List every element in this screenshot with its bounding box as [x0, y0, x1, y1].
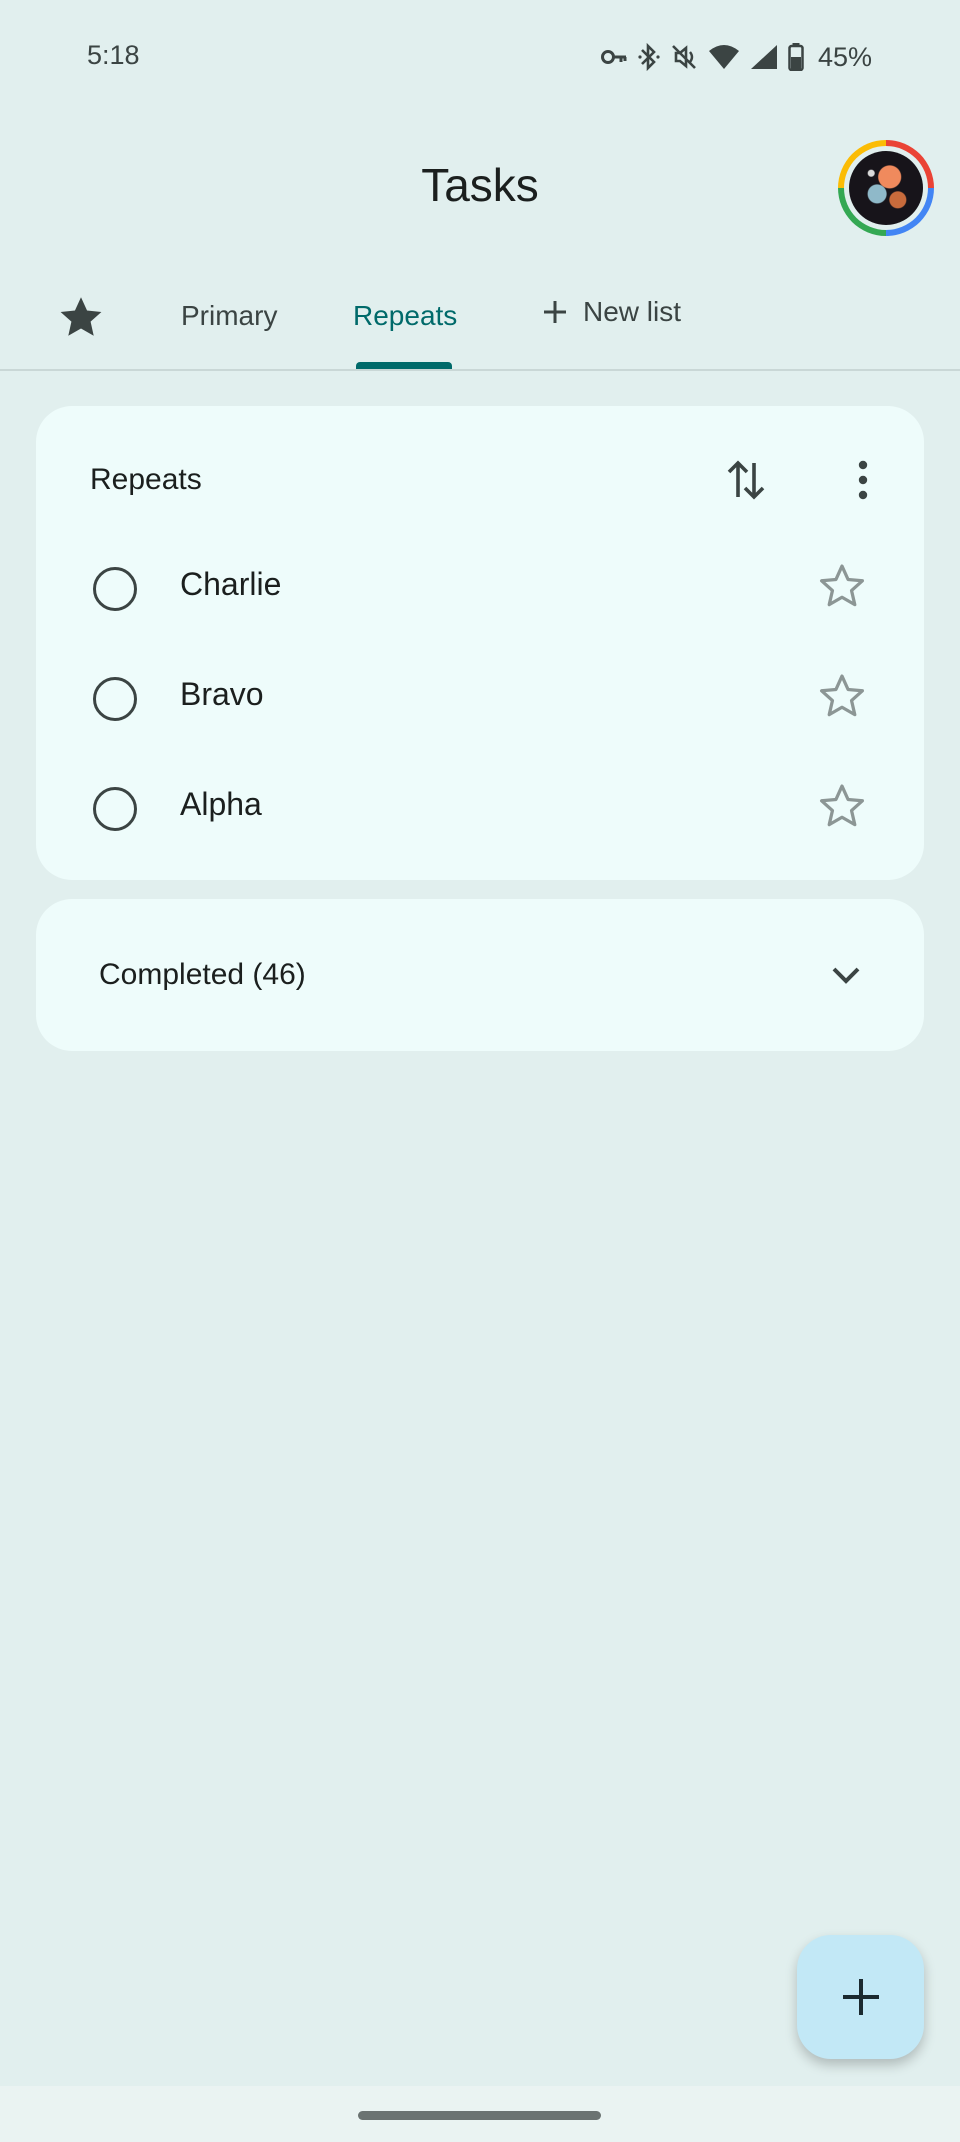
- signal-icon: [750, 45, 777, 69]
- status-time: 5:18: [87, 40, 140, 70]
- sort-button[interactable]: [719, 453, 773, 507]
- completed-label: Completed (46): [99, 958, 306, 991]
- bluetooth-icon: [638, 42, 660, 72]
- vpn-key-icon: [600, 50, 627, 64]
- star-filled-icon: [60, 297, 102, 336]
- plus-icon: [544, 301, 566, 323]
- task-list-card: Repeats Charlie Bravo Alpha: [36, 406, 924, 880]
- task-title[interactable]: Bravo: [180, 676, 264, 713]
- plus-icon: [842, 1979, 879, 2015]
- star-outline-icon[interactable]: [816, 780, 868, 832]
- tab-repeats[interactable]: Repeats: [353, 300, 457, 332]
- list-title: Repeats: [90, 463, 202, 496]
- task-row[interactable]: Alpha: [36, 754, 924, 864]
- task-checkbox[interactable]: [93, 787, 137, 831]
- add-task-button[interactable]: [797, 1935, 924, 2059]
- battery-icon: [788, 43, 804, 71]
- task-row[interactable]: Charlie: [36, 534, 924, 644]
- task-checkbox[interactable]: [93, 677, 137, 721]
- wifi-icon: [708, 45, 739, 69]
- app-title: Tasks: [421, 159, 539, 211]
- avatar-image: [849, 151, 923, 225]
- battery-percent: 45%: [817, 41, 872, 72]
- more-options-button[interactable]: [836, 453, 890, 507]
- chevron-down-icon[interactable]: [822, 951, 870, 999]
- mute-icon: [672, 45, 696, 69]
- task-row[interactable]: Bravo: [36, 644, 924, 754]
- task-title[interactable]: Alpha: [180, 786, 262, 823]
- home-gesture-handle[interactable]: [358, 2111, 601, 2120]
- new-list-label: New list: [583, 296, 682, 327]
- new-list-button[interactable]: New list: [541, 296, 681, 328]
- more-vert-icon: [858, 460, 868, 500]
- account-avatar[interactable]: [838, 140, 934, 236]
- completed-section[interactable]: Completed (46): [36, 899, 924, 1051]
- list-tabs: Primary Repeats New list: [0, 270, 960, 370]
- star-outline-icon[interactable]: [816, 670, 868, 722]
- tabs-divider: [0, 369, 960, 371]
- sort-arrows-icon: [727, 460, 765, 500]
- status-icons: 45%: [600, 40, 872, 74]
- task-checkbox[interactable]: [93, 567, 137, 611]
- star-outline-icon[interactable]: [816, 560, 868, 612]
- task-title[interactable]: Charlie: [180, 566, 281, 603]
- active-tab-indicator: [356, 362, 452, 369]
- tab-primary[interactable]: Primary: [181, 300, 277, 332]
- tab-starred[interactable]: [56, 292, 106, 342]
